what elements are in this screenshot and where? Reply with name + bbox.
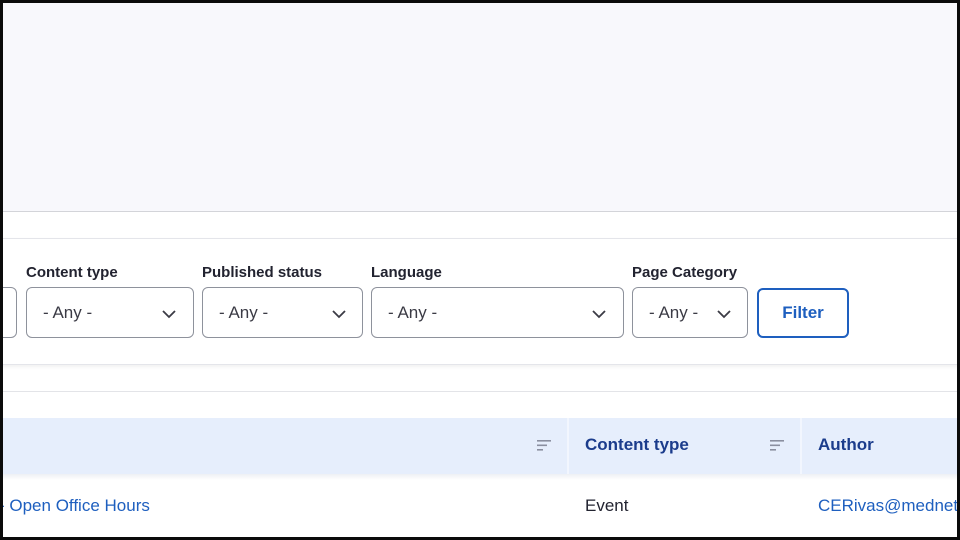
chevron-down-icon <box>592 310 606 319</box>
language-select-value: - Any - <box>388 303 438 322</box>
column-header-author[interactable]: Author <box>818 435 874 455</box>
page-category-select-value: - Any - <box>649 303 699 322</box>
content-type-select-value: - Any - <box>43 303 93 322</box>
table-header <box>3 418 957 474</box>
column-divider <box>567 418 569 474</box>
filter-button[interactable]: Filter <box>757 288 849 338</box>
filter-label-content-type: Content type <box>26 264 118 281</box>
filter-label-language: Language <box>371 264 442 281</box>
column-divider <box>800 418 802 474</box>
table-row-shadow <box>3 474 957 480</box>
language-select[interactable]: - Any - <box>371 287 624 338</box>
chevron-down-icon <box>717 310 731 319</box>
page-category-select[interactable]: - Any - <box>632 287 748 338</box>
content-type-select[interactable]: - Any - <box>26 287 194 338</box>
chevron-down-icon <box>162 310 176 319</box>
row-content-type: Event <box>585 496 629 515</box>
filter-select-partial[interactable] <box>3 287 17 338</box>
published-status-select[interactable]: - Any - <box>202 287 363 338</box>
filter-label-published-status: Published status <box>202 264 323 281</box>
filter-label-page-category: Page Category <box>632 264 738 281</box>
column-header-content-type[interactable]: Content type <box>585 435 689 455</box>
sort-icon[interactable] <box>537 440 551 451</box>
sort-icon[interactable] <box>770 440 784 451</box>
divider <box>3 391 957 392</box>
chevron-down-icon <box>332 310 346 319</box>
app-frame: Content type - Any - Published status - … <box>0 0 960 540</box>
published-status-select-value: - Any - <box>219 303 269 322</box>
page-header-area <box>3 3 957 212</box>
row-title-link[interactable]: - Open Office Hours <box>3 496 150 516</box>
row-author-link[interactable]: CERivas@mednet. <box>818 496 957 516</box>
